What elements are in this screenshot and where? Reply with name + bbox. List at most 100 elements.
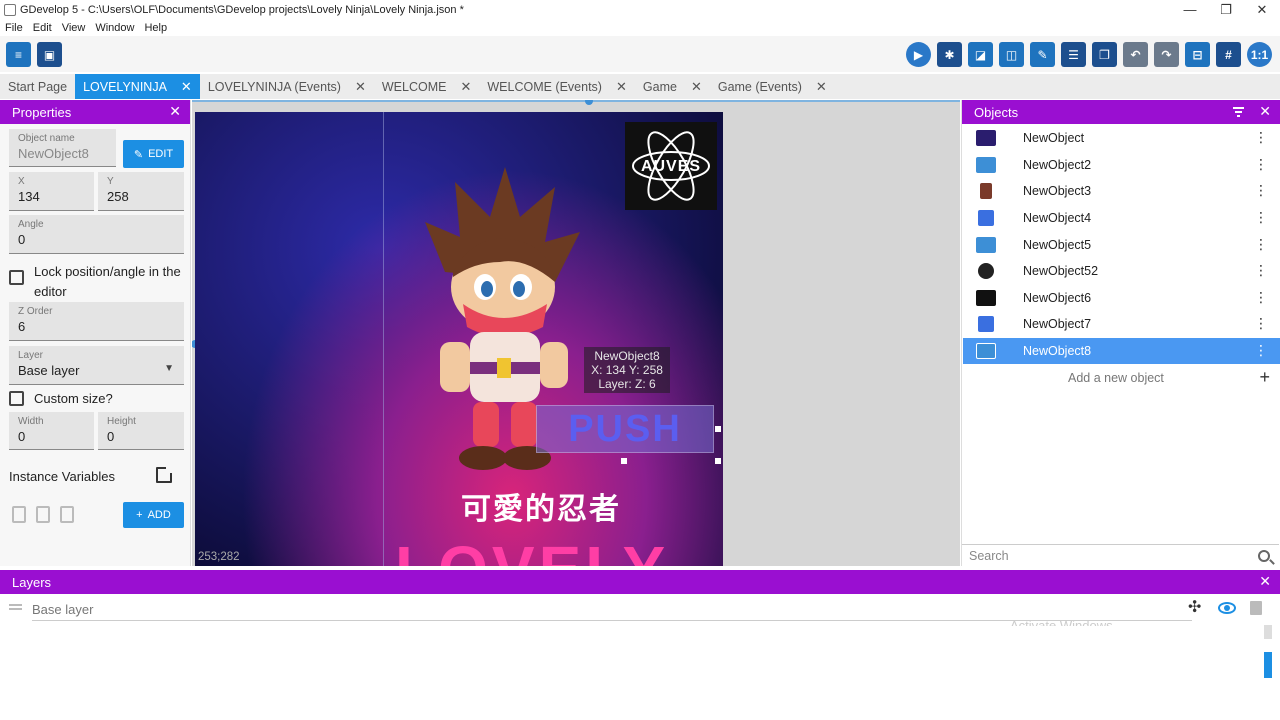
tab-close-icon[interactable]: ✕: [355, 79, 366, 95]
tab-close-icon[interactable]: ✕: [460, 79, 471, 95]
tab-lovelyninja[interactable]: LOVELYNINJA ✕: [75, 74, 200, 99]
more-options-icon[interactable]: ⋮: [1254, 262, 1268, 279]
object-item[interactable]: NewObject7 ⋮: [963, 311, 1280, 337]
instances-list-icon[interactable]: ☰: [1061, 42, 1086, 67]
more-options-icon[interactable]: ⋮: [1254, 236, 1268, 253]
layers-icon[interactable]: ❐: [1092, 42, 1117, 67]
scrollbar-thumb[interactable]: [1264, 652, 1272, 678]
lock-position-checkbox[interactable]: Lock position/angle in the editor: [9, 262, 184, 302]
more-options-icon[interactable]: ⋮: [1254, 342, 1268, 359]
project-manager-icon[interactable]: ≡: [6, 42, 31, 67]
selection-handle[interactable]: [715, 426, 721, 432]
selection-handle[interactable]: [715, 458, 721, 464]
object-item[interactable]: NewObject2 ⋮: [963, 152, 1280, 178]
object-item[interactable]: NewObject5 ⋮: [963, 232, 1280, 258]
scene-list-icon[interactable]: ▣: [37, 42, 62, 67]
tab-start-page[interactable]: Start Page: [0, 74, 76, 99]
trash-icon[interactable]: [60, 506, 74, 523]
paste-icon[interactable]: [36, 506, 50, 523]
object-item[interactable]: NewObject52 ⋮: [963, 258, 1280, 284]
zoom-reset-icon[interactable]: 1:1: [1247, 42, 1272, 67]
custom-size-checkbox[interactable]: Custom size?: [9, 391, 113, 406]
maximize-button[interactable]: ❐: [1208, 0, 1244, 19]
app-icon: [4, 3, 16, 16]
more-options-icon[interactable]: ⋮: [1254, 129, 1268, 146]
layer-actions: ✣: [1188, 600, 1262, 616]
drag-handle-icon[interactable]: [9, 604, 22, 610]
tab-close-icon[interactable]: ✕: [616, 79, 627, 95]
menu-window[interactable]: Window: [90, 22, 139, 34]
scrollbar-track[interactable]: [1264, 625, 1272, 639]
angle-field[interactable]: Angle 0: [9, 215, 184, 254]
scene-editor-canvas[interactable]: AUVES PUSH NewObject8 X: 134 Y: 258 Laye…: [192, 100, 960, 566]
menu-help[interactable]: Help: [139, 22, 172, 34]
tab-close-icon[interactable]: ✕: [816, 79, 827, 95]
selection-handle[interactable]: [621, 458, 627, 464]
menu-edit[interactable]: Edit: [28, 22, 57, 34]
properties-panel-icon[interactable]: ✎: [1030, 42, 1055, 67]
x-field[interactable]: X 134: [9, 172, 94, 211]
more-options-icon[interactable]: ⋮: [1254, 289, 1268, 306]
objects-groups-icon[interactable]: ◫: [999, 42, 1024, 67]
height-field[interactable]: Height 0: [98, 412, 184, 450]
tab-welcome-events[interactable]: WELCOME (Events) ✕: [479, 74, 635, 99]
object-item[interactable]: NewObject4 ⋮: [963, 205, 1280, 231]
grid-toggle-icon[interactable]: #: [1216, 42, 1241, 67]
close-icon[interactable]: ✕: [1259, 103, 1271, 120]
instances-editor-icon[interactable]: ◪: [968, 42, 993, 67]
tab-game[interactable]: Game ✕: [634, 74, 710, 99]
object-search-input[interactable]: Search: [962, 544, 1279, 566]
tab-welcome[interactable]: WELCOME ✕: [373, 74, 480, 99]
lighting-target-icon[interactable]: ✣: [1188, 600, 1204, 616]
visibility-eye-icon[interactable]: [1218, 602, 1236, 614]
redo-icon[interactable]: ↷: [1154, 42, 1179, 67]
add-new-object-button[interactable]: Add a new object: [1068, 371, 1164, 385]
menu-bar: File Edit View Window Help: [0, 19, 1280, 36]
object-item[interactable]: NewObject3 ⋮: [963, 178, 1280, 204]
logo-image[interactable]: AUVES: [625, 122, 717, 210]
more-options-icon[interactable]: ⋮: [1254, 182, 1268, 199]
logo-thumbnail-icon: [976, 290, 996, 306]
more-options-icon[interactable]: ⋮: [1254, 209, 1268, 226]
menu-view[interactable]: View: [57, 22, 91, 34]
delete-selection-icon[interactable]: ⊟: [1185, 42, 1210, 67]
object-name-field[interactable]: Object name NewObject8: [9, 129, 116, 167]
close-icon[interactable]: ✕: [1259, 573, 1271, 590]
tab-close-icon[interactable]: ✕: [691, 79, 702, 95]
plus-icon[interactable]: +: [1259, 367, 1270, 388]
close-icon[interactable]: ✕: [169, 103, 181, 120]
edit-object-button[interactable]: ✎ EDIT: [123, 140, 184, 168]
checkbox-box[interactable]: [9, 391, 24, 406]
search-icon[interactable]: [1258, 550, 1270, 562]
open-external-icon[interactable]: [156, 466, 173, 483]
resize-handle-top[interactable]: [585, 100, 593, 105]
zorder-field[interactable]: Z Order 6: [9, 302, 184, 341]
width-field[interactable]: Width 0: [9, 412, 94, 450]
close-window-button[interactable]: ✕: [1244, 0, 1280, 19]
lovely-title-text[interactable]: LOVELY: [395, 532, 669, 566]
object-item[interactable]: NewObject ⋮: [963, 125, 1280, 151]
preview-play-icon[interactable]: ▶: [906, 42, 931, 67]
object-item-selected[interactable]: NewObject8 ⋮: [963, 338, 1280, 364]
chinese-title-text[interactable]: 可愛的忍者: [461, 484, 621, 528]
push-text-object[interactable]: PUSH: [536, 405, 714, 453]
scene-border: [192, 100, 960, 102]
more-options-icon[interactable]: ⋮: [1254, 156, 1268, 173]
filter-icon[interactable]: [1233, 107, 1244, 117]
object-item[interactable]: NewObject6 ⋮: [963, 285, 1280, 311]
tab-close-icon[interactable]: ✕: [181, 79, 192, 95]
debugger-icon[interactable]: ✱: [937, 42, 962, 67]
trash-icon[interactable]: [1250, 601, 1262, 615]
game-viewport[interactable]: AUVES PUSH NewObject8 X: 134 Y: 258 Laye…: [195, 112, 723, 566]
add-variable-button[interactable]: + ADD: [123, 502, 184, 528]
layer-select[interactable]: Layer Base layer ▼: [9, 346, 184, 385]
copy-icon[interactable]: [12, 506, 26, 523]
menu-file[interactable]: File: [0, 22, 28, 34]
checkbox-box[interactable]: [9, 270, 24, 285]
y-field[interactable]: Y 258: [98, 172, 184, 211]
minimize-button[interactable]: —: [1172, 0, 1208, 19]
tab-lovelyninja-events[interactable]: LOVELYNINJA (Events) ✕: [199, 74, 374, 99]
undo-icon[interactable]: ↶: [1123, 42, 1148, 67]
more-options-icon[interactable]: ⋮: [1254, 315, 1268, 332]
tab-game-events[interactable]: Game (Events) ✕: [709, 74, 835, 99]
